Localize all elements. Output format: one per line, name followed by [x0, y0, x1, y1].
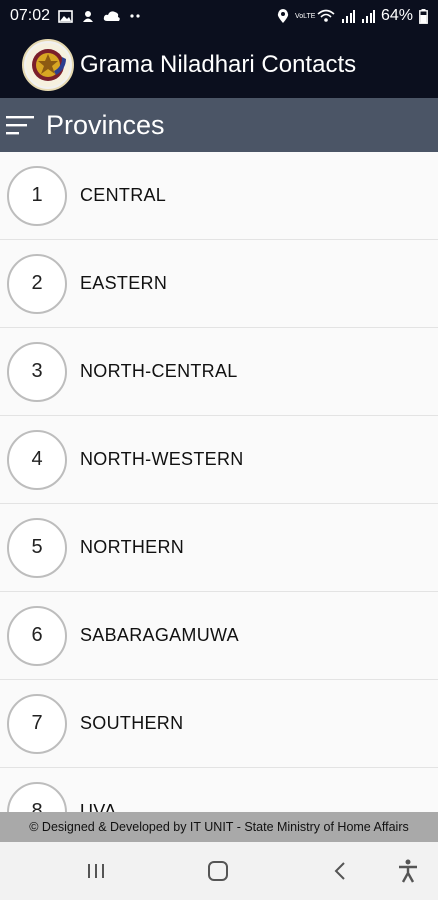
battery-percent: 64%	[380, 7, 413, 24]
government-emblem-logo	[22, 39, 74, 91]
home-button[interactable]	[188, 842, 248, 900]
credits-footer: © Designed & Developed by IT UNIT - Stat…	[0, 812, 438, 842]
list-item[interactable]: 1 CENTRAL	[0, 152, 438, 240]
cloud-icon	[103, 11, 120, 21]
province-number-badge: 7	[7, 693, 67, 754]
province-name: NORTH-CENTRAL	[80, 361, 238, 381]
province-name: EASTERN	[80, 273, 168, 293]
province-number-badge: 6	[7, 605, 67, 666]
province-name: UVA	[80, 801, 117, 812]
province-number-badge: 3	[7, 341, 67, 402]
province-name: SABARAGAMUWA	[80, 625, 239, 645]
more-dots-icon	[130, 14, 140, 18]
province-number-badge: 1	[7, 165, 67, 226]
signal-icon	[361, 10, 375, 23]
sort-menu-icon[interactable]	[6, 115, 36, 135]
notification-icon	[83, 11, 94, 22]
list-item[interactable]: 8 UVA	[0, 768, 438, 812]
footer-text: © Designed & Developed by IT UNIT - Stat…	[29, 820, 409, 834]
image-icon	[58, 9, 73, 23]
province-list: 1 CENTRAL 2 EASTERN 3 NORTH-CENTRAL 4 NO…	[0, 152, 438, 812]
battery-icon	[419, 8, 428, 24]
list-item[interactable]: 2 EASTERN	[0, 240, 438, 328]
accessibility-icon	[399, 859, 417, 883]
wifi-icon	[317, 9, 335, 22]
location-icon	[277, 8, 289, 23]
province-number-badge: 5	[7, 517, 67, 578]
province-number-badge: 2	[7, 253, 67, 314]
signal-icon	[341, 10, 355, 23]
recent-apps-icon	[88, 864, 104, 878]
list-item[interactable]: 6 SABARAGAMUWA	[0, 592, 438, 680]
list-item[interactable]: 7 SOUTHERN	[0, 680, 438, 768]
home-icon	[208, 861, 228, 881]
accessibility-button[interactable]	[378, 842, 438, 900]
app-bar: Grama Niladhari Contacts	[0, 32, 438, 98]
volte-icon: VoLTE	[294, 12, 316, 20]
list-item[interactable]: 4 NORTH-WESTERN	[0, 416, 438, 504]
provinces-header: Provinces	[0, 98, 438, 152]
back-icon	[334, 862, 345, 880]
recent-apps-button[interactable]	[66, 842, 126, 900]
province-name: SOUTHERN	[80, 713, 184, 733]
system-nav-bar	[0, 842, 438, 900]
list-item[interactable]: 3 NORTH-CENTRAL	[0, 328, 438, 416]
status-time: 07:02	[10, 7, 51, 24]
app-title: Grama Niladhari Contacts	[80, 51, 357, 78]
province-name: CENTRAL	[80, 185, 167, 205]
province-name: NORTH-WESTERN	[80, 449, 244, 469]
page-title: Provinces	[46, 109, 165, 140]
list-item[interactable]: 5 NORTHERN	[0, 504, 438, 592]
province-number-badge: 4	[7, 429, 67, 490]
back-button[interactable]	[310, 842, 370, 900]
status-bar: 07:02 VoLTE 64%	[0, 0, 438, 32]
province-number-badge: 8	[7, 781, 67, 812]
province-name: NORTHERN	[80, 537, 185, 557]
